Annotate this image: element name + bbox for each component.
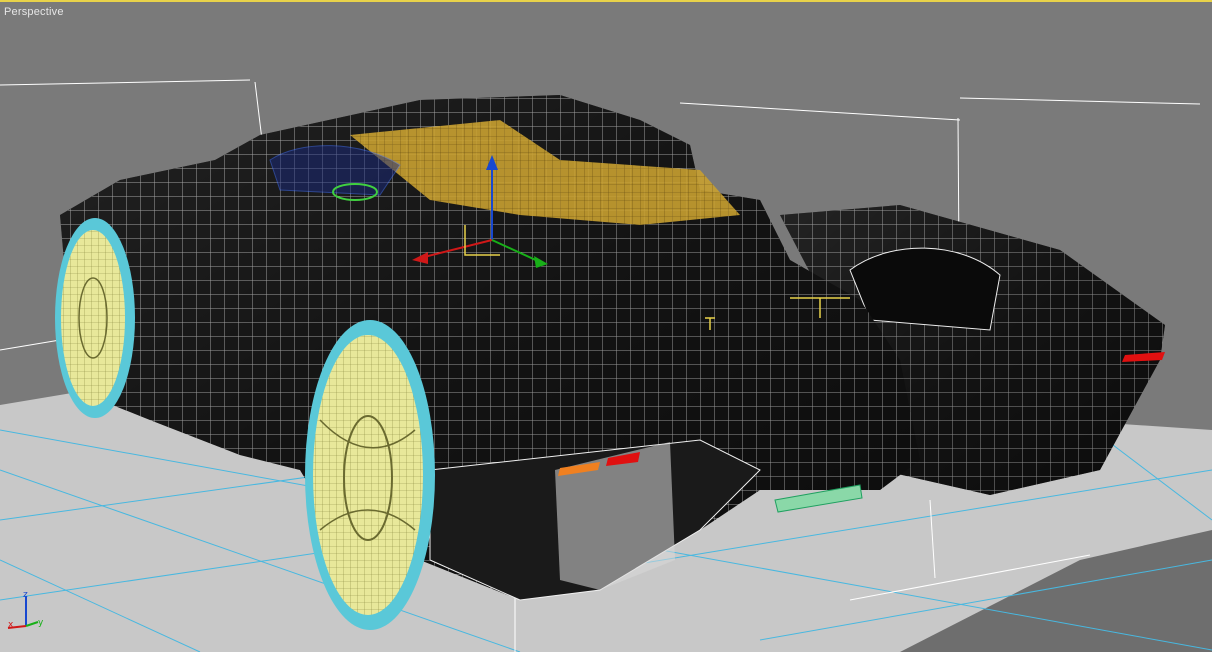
scene-canvas[interactable] bbox=[0, 0, 1212, 652]
rear-left-wheel bbox=[305, 320, 435, 630]
axis-x-label: x bbox=[8, 620, 14, 630]
viewport-label[interactable]: Perspective bbox=[4, 6, 64, 18]
front-left-wheel bbox=[55, 218, 135, 418]
perspective-viewport[interactable]: Perspective z x y bbox=[0, 0, 1212, 652]
axis-z-label: z bbox=[23, 590, 28, 600]
axis-y-label: y bbox=[38, 618, 44, 628]
